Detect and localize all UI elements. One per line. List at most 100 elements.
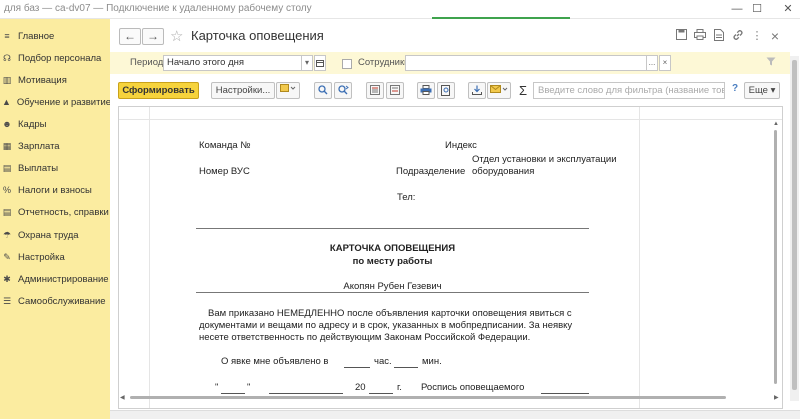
sidebar-item-label: Выплаты — [18, 162, 59, 174]
calendar-icon[interactable] — [314, 55, 326, 71]
phone-label: Тел: — [397, 192, 416, 203]
document-horizontal-scrollbar[interactable]: ◀ ▶ — [118, 395, 782, 401]
sidebar-item-label: Кадры — [18, 118, 47, 130]
grid-line — [119, 119, 782, 120]
notice-paragraph-line: Вам приказано НЕМЕДЛЕННО после объявлени… — [208, 308, 572, 319]
sidebar-item-label: Самообслуживание — [18, 295, 106, 307]
print-icon[interactable] — [693, 29, 707, 43]
sidebar: ≡ Главное ☊ Подбор персонала ▥ Мотивация… — [0, 19, 111, 419]
collapse-groups-icon[interactable] — [386, 82, 404, 99]
help-icon[interactable]: ? — [732, 83, 738, 94]
division-label: Подразделение — [396, 166, 466, 177]
forward-button[interactable]: → — [142, 28, 164, 45]
scrollbar-thumb[interactable] — [774, 130, 777, 384]
find-next-icon[interactable] — [334, 82, 352, 99]
scroll-right-icon[interactable]: ▶ — [774, 394, 779, 401]
document-icon[interactable] — [712, 29, 726, 43]
sidebar-item-personnel[interactable]: ☻ Кадры — [0, 113, 110, 135]
sidebar-item-salary[interactable]: ▦ Зарплата — [0, 135, 110, 157]
window-title: для баз — ca-dv07 — Подключение к удален… — [4, 3, 312, 14]
sidebar-item-motivation[interactable]: ▥ Мотивация — [0, 69, 110, 91]
sidebar-item-label: Подбор персонала — [18, 52, 102, 64]
self-service-icon: ☰ — [2, 295, 12, 306]
sidebar-item-label: Администрирование — [18, 273, 109, 285]
scrollbar-thumb[interactable] — [130, 396, 726, 399]
filter-search-input[interactable]: Введите слово для фильтра (название това… — [533, 82, 725, 99]
month-blank — [269, 393, 343, 394]
notice-paragraph-line: документами и вещами по адресу и в срок,… — [199, 320, 573, 331]
back-button[interactable]: ← — [119, 28, 141, 45]
sidebar-item-label: Главное — [18, 30, 55, 42]
print-preview-icon[interactable] — [437, 82, 455, 99]
sum-icon[interactable]: Σ — [519, 83, 527, 98]
close-form-icon[interactable]: × — [768, 29, 782, 43]
sidebar-item-self-service[interactable]: ☰ Самообслуживание — [0, 290, 110, 312]
period-select[interactable]: Начало этого дня — [163, 55, 302, 71]
save-icon[interactable] — [674, 29, 688, 43]
signature-label: Роспись оповещаемого — [421, 382, 525, 393]
status-strip — [110, 410, 800, 419]
send-email-button[interactable] — [487, 82, 511, 99]
scroll-up-icon[interactable]: ▲ — [773, 121, 779, 127]
sidebar-item-taxes[interactable]: % Налоги и взносы — [0, 179, 110, 201]
grid-line — [639, 107, 640, 408]
favorite-star-icon[interactable]: ☆ — [170, 27, 183, 45]
division-value-line: оборудования — [472, 166, 535, 177]
employees-label: Сотрудники: — [358, 57, 413, 68]
sidebar-item-label: Мотивация — [18, 74, 67, 86]
employees-filter-checkbox[interactable] — [342, 59, 352, 69]
minute-blank — [394, 367, 418, 368]
sidebar-item-recruitment[interactable]: ☊ Подбор персонала — [0, 47, 110, 69]
filter-bar: Период: Начало этого дня ▾ Сотрудники: .… — [110, 52, 790, 74]
day-blank — [221, 393, 245, 394]
year-prefix: 20 — [355, 382, 366, 393]
wrench-icon: ✎ — [3, 251, 11, 262]
announced-label: О явке мне объявлено в — [221, 356, 329, 367]
print-report-icon[interactable] — [417, 82, 435, 99]
hour-blank — [344, 367, 370, 368]
vus-number-label: Номер ВУС — [199, 166, 250, 177]
scrollbar-thumb[interactable] — [792, 60, 797, 390]
sidebar-item-reports[interactable]: ▤ Отчетность, справки — [0, 201, 110, 223]
settings-button[interactable]: Настройки... — [211, 82, 275, 99]
year-suffix: г. — [397, 382, 402, 393]
sidebar-item-main[interactable]: ≡ Главное — [0, 25, 110, 47]
payment-icon: ▤ — [2, 162, 12, 173]
employees-clear-button[interactable]: × — [659, 55, 671, 71]
shield-icon: ☂ — [2, 229, 12, 240]
sidebar-item-training[interactable]: ▲ Обучение и развитие — [0, 91, 111, 113]
sidebar-item-payments[interactable]: ▤ Выплаты — [0, 157, 110, 179]
sidebar-item-administration[interactable]: ✱ Администрирование — [0, 268, 110, 290]
form-header: ← → ☆ Карточка оповещения ⋮ × — [110, 19, 790, 53]
recruit-icon: ☊ — [3, 52, 11, 63]
employees-select-button[interactable]: ... — [646, 55, 658, 71]
scroll-left-icon[interactable]: ◀ — [120, 394, 125, 401]
expand-groups-icon[interactable] — [366, 82, 384, 99]
calculator-icon: ▦ — [2, 140, 12, 151]
more-menu-icon[interactable]: ⋮ — [750, 29, 764, 43]
close-window-button[interactable]: ✕ — [768, 0, 800, 19]
export-icon[interactable] — [468, 82, 486, 99]
more-button[interactable]: Еще ▾ — [744, 82, 780, 99]
document-vertical-scrollbar[interactable]: ▲ — [772, 119, 780, 384]
filter-icon[interactable] — [764, 56, 778, 70]
employees-field[interactable] — [405, 55, 647, 71]
sidebar-item-label: Зарплата — [18, 140, 60, 152]
graduation-icon: ▲ — [2, 97, 11, 107]
variant-dropdown-button[interactable] — [276, 82, 300, 99]
sidebar-item-label: Отчетность, справки — [18, 206, 109, 218]
chart-icon: ▥ — [2, 74, 12, 85]
menu-icon: ≡ — [4, 31, 10, 41]
window-vertical-scrollbar[interactable] — [790, 56, 799, 401]
sidebar-item-labor-safety[interactable]: ☂ Охрана труда — [0, 224, 110, 246]
find-icon[interactable] — [314, 82, 332, 99]
card-subtitle: по месту работы — [352, 256, 433, 267]
year-blank — [369, 393, 393, 394]
link-icon[interactable] — [731, 29, 745, 43]
period-dropdown-icon[interactable]: ▾ — [301, 55, 313, 71]
index-label: Индекс — [445, 140, 477, 151]
sidebar-item-settings[interactable]: ✎ Настройка — [0, 246, 110, 268]
gear-icon: ✱ — [3, 273, 11, 284]
generate-button[interactable]: Сформировать — [118, 82, 199, 99]
team-number-label: Команда № — [199, 140, 251, 151]
